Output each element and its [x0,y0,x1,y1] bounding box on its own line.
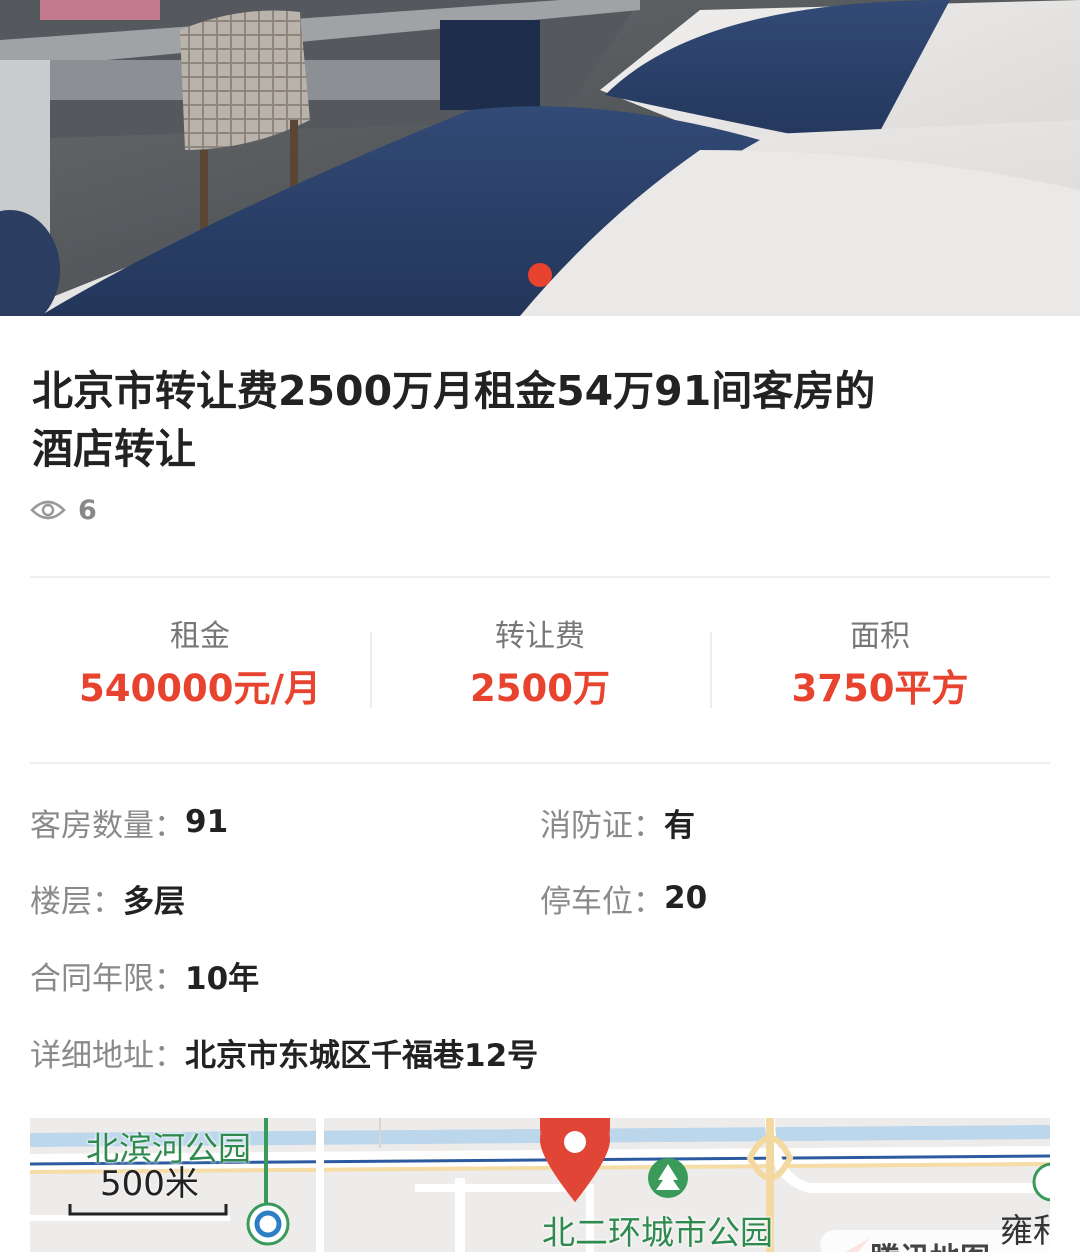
stat-label: 转让费 [495,619,585,654]
detail-value: 有 [664,807,695,844]
stat-transfer-fee: 转让费 2500万 [370,612,710,722]
detail-value: 91 [185,804,229,840]
view-count-value: 6 [78,494,97,526]
detail-address: 详细地址： 北京市东城区千福巷12号 [30,1030,538,1074]
detail-floor: 楼层： 多层 [30,876,185,920]
stat-area: 面积 3750平方 [710,612,1050,722]
key-stats: 租金 540000元/月 转让费 2500万 面积 3750平方 [30,612,1050,722]
detail-label: 楼层： [30,883,123,920]
stat-value: 2500万 [470,667,610,710]
detail-label: 停车位： [540,883,664,920]
detail-contract-term: 合同年限： 10年 [30,953,259,997]
detail-label: 详细地址： [30,1037,185,1074]
detail-label: 客房数量： [30,807,185,844]
map-scale-label: 500米 [100,1164,199,1204]
divider [30,576,1050,578]
metro-icon [246,1202,290,1246]
stat-label: 面积 [850,619,910,654]
detail-value: 北京市东城区千福巷12号 [185,1037,539,1074]
view-count: 6 [30,494,97,526]
carousel-indicator-active[interactable] [528,263,552,287]
eye-icon [30,500,66,520]
map-provider-logo: 腾讯地图 [870,1234,990,1252]
detail-label: 合同年限： [30,960,185,997]
listing-photo-carousel[interactable] [0,0,1080,316]
detail-parking: 停车位： 20 [540,876,707,920]
detail-fire-certificate: 消防证： 有 [540,800,695,844]
listing-title: 北京市转让费2500万月租金54万91间客房的酒店转让 [32,367,876,473]
stat-rent: 租金 540000元/月 [30,612,370,722]
map-label-edge: 雍和 [1000,1211,1050,1250]
detail-rooms: 客房数量： 91 [30,800,228,844]
location-map[interactable]: 北滨河公园 500米 北二环城市公园 雍和 腾讯地图 [30,1118,1050,1252]
map-label-ring-park: 北二环城市公园 [542,1213,773,1252]
park-icon [648,1158,688,1198]
detail-value: 多层 [123,883,185,920]
stat-value: 3750平方 [791,667,969,710]
detail-value: 10年 [185,960,260,997]
detail-value: 20 [664,880,708,916]
stat-value: 540000元/月 [79,667,321,710]
stat-label: 租金 [170,619,230,654]
divider [30,762,1050,764]
detail-label: 消防证： [540,807,664,844]
